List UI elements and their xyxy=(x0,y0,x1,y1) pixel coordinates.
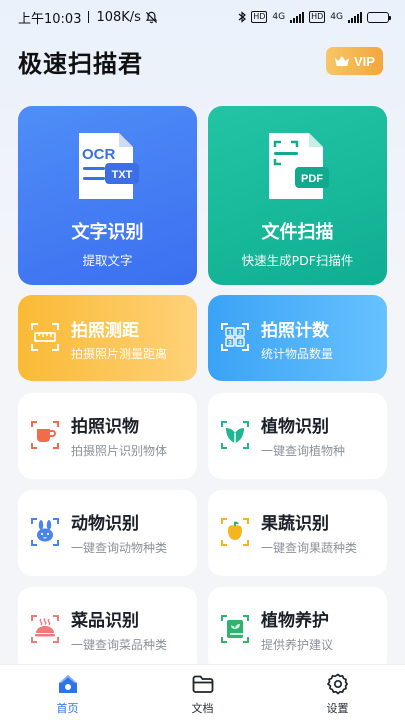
scan-icon-badge: PDF xyxy=(301,173,323,185)
ruler-scan-icon xyxy=(31,323,59,351)
count-digit-1: 1 xyxy=(228,330,232,337)
tab-documents[interactable]: 文档 xyxy=(135,665,270,720)
scan-card[interactable]: PDF 文件扫描 快速生成PDF扫描件 xyxy=(208,106,387,285)
count-digit-3: 3 xyxy=(228,340,232,347)
battery-icon xyxy=(367,11,391,23)
object-card[interactable]: 拍照识物 拍摄照片识别物体 xyxy=(18,393,197,479)
scan-subtitle: 快速生成PDF扫描件 xyxy=(241,253,354,268)
animal-title: 动物识别 xyxy=(71,514,139,534)
dish-subtitle: 一键查询菜品种类 xyxy=(71,638,168,652)
count-card[interactable]: 1 2 3 4 拍照计数 统计物品数量 xyxy=(208,295,387,381)
status-separator xyxy=(88,11,90,23)
tab-home[interactable]: 首页 xyxy=(0,665,135,720)
fruit-title: 果蔬识别 xyxy=(261,514,329,534)
plant-care-subtitle: 提供养护建议 xyxy=(261,638,334,652)
fruit-card[interactable]: 果蔬识别 一键查询果蔬种类 xyxy=(208,490,387,576)
bottom-tab-bar: 首页 文档 设置 xyxy=(0,664,405,720)
cup-scan-icon xyxy=(31,421,59,449)
measure-card[interactable]: 拍照测距 拍摄照片测量距离 xyxy=(18,295,197,381)
count-title: 拍照计数 xyxy=(261,321,329,341)
gear-icon xyxy=(326,673,348,695)
plant-care-title: 植物养护 xyxy=(261,611,329,631)
leaf-scan-icon xyxy=(221,421,249,449)
status-time: 上午10:03 xyxy=(18,11,82,27)
count-digit-2: 2 xyxy=(238,330,242,337)
status-left: 上午10:03 108K/s xyxy=(18,8,158,27)
tab-settings[interactable]: 设置 xyxy=(270,665,405,720)
signal-icon-2 xyxy=(348,11,362,23)
bluetooth-icon xyxy=(238,11,247,23)
ocr-document-icon: OCR TXT xyxy=(79,133,139,199)
folder-icon xyxy=(192,675,213,693)
tab-documents-label: 文档 xyxy=(191,702,214,715)
plant-card[interactable]: 植物识别 一键查询植物种 xyxy=(208,393,387,479)
vip-button[interactable]: VIP xyxy=(326,47,383,75)
tab-home-label: 首页 xyxy=(56,702,79,715)
signal-icon-1 xyxy=(290,11,305,23)
ocr-subtitle: 提取文字 xyxy=(82,253,133,268)
hd-badge-1: HD xyxy=(251,11,268,23)
status-bar: 上午10:03 108K/s HD 4G HD 4G xyxy=(0,0,405,34)
ocr-icon-badge: TXT xyxy=(112,169,133,181)
mute-bell-icon xyxy=(145,11,158,23)
animal-card[interactable]: 动物识别 一键查询动物种类 xyxy=(18,490,197,576)
network-type-1: 4G xyxy=(272,12,286,22)
ocr-title: 文字识别 xyxy=(71,222,144,243)
tab-settings-label: 设置 xyxy=(326,702,349,715)
pdf-document-icon: PDF xyxy=(269,133,329,199)
count-subtitle: 统计物品数量 xyxy=(261,347,334,361)
number-grid-scan-icon: 1 2 3 4 xyxy=(221,323,249,351)
object-title: 拍照识物 xyxy=(71,417,139,437)
plant-title: 植物识别 xyxy=(261,417,329,437)
network-speed: 108K/s xyxy=(96,9,141,25)
plant-care-card[interactable]: 植物养护 提供养护建议 xyxy=(208,587,387,673)
scan-title: 文件扫描 xyxy=(261,222,334,243)
plant-book-icon xyxy=(221,615,249,643)
measure-subtitle: 拍摄照片测量距离 xyxy=(71,347,168,361)
count-digit-4: 4 xyxy=(238,340,242,347)
rabbit-scan-icon xyxy=(31,518,59,546)
app-title: 极速扫描君 xyxy=(18,50,143,78)
ocr-icon-text: OCR xyxy=(82,146,116,163)
vip-label: VIP xyxy=(354,53,375,69)
animal-subtitle: 一键查询动物种类 xyxy=(71,541,168,555)
ocr-card[interactable]: OCR TXT 文字识别 提取文字 xyxy=(18,106,197,285)
dish-scan-icon xyxy=(31,615,59,643)
home-icon xyxy=(58,675,77,693)
dish-card[interactable]: 菜品识别 一键查询菜品种类 xyxy=(18,587,197,673)
network-type-2: 4G xyxy=(330,12,343,22)
pepper-scan-icon xyxy=(221,518,249,546)
object-subtitle: 拍摄照片识别物体 xyxy=(71,444,168,458)
measure-title: 拍照测距 xyxy=(71,321,139,341)
hd-badge-2: HD xyxy=(309,11,326,23)
crown-icon xyxy=(335,56,350,66)
status-right: HD 4G HD 4G xyxy=(238,11,391,23)
fruit-subtitle: 一键查询果蔬种类 xyxy=(261,541,358,555)
dish-title: 菜品识别 xyxy=(71,611,139,631)
plant-subtitle: 一键查询植物种 xyxy=(261,444,346,458)
